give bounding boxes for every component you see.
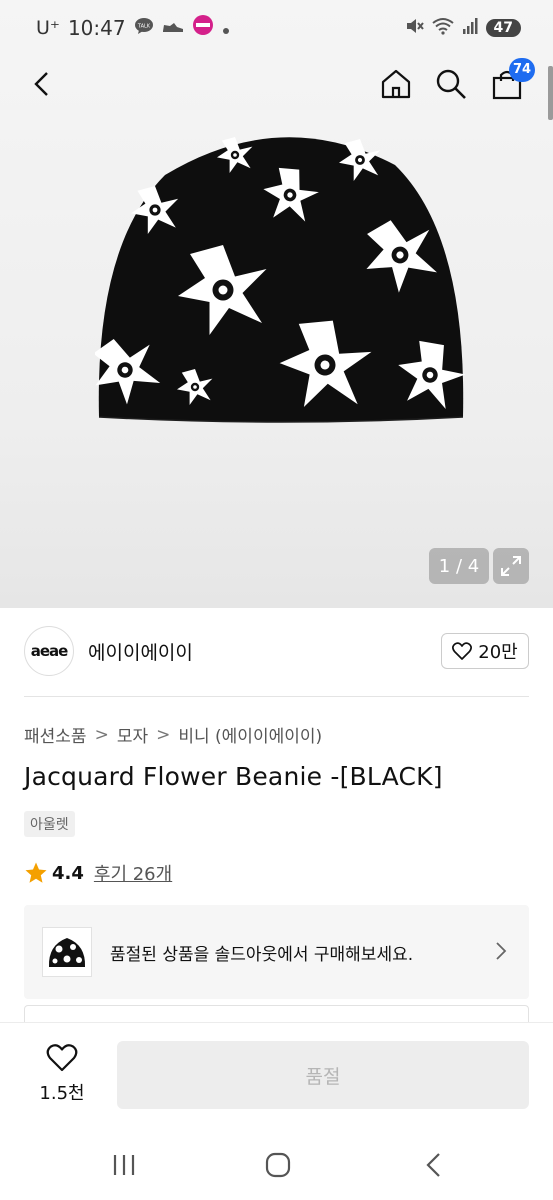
breadcrumb-item-leaf[interactable]: 비니 (에이이에이이) bbox=[178, 722, 322, 747]
system-navigation-bar bbox=[0, 1132, 553, 1200]
banner-thumbnail bbox=[42, 927, 92, 977]
status-left: U⁺ 10:47 TALK bbox=[36, 14, 230, 41]
system-home-button[interactable] bbox=[258, 1150, 298, 1180]
breadcrumb-item-subcategory[interactable]: 모자 bbox=[117, 722, 148, 747]
brand-row: aeae 에이이에이이 20만 bbox=[24, 626, 529, 680]
recent-apps-button[interactable] bbox=[104, 1150, 144, 1180]
product-detail-page: U⁺ 10:47 TALK 47 74 1 / 4 aeae 에이이에이이 20… bbox=[0, 0, 553, 1200]
expand-icon bbox=[501, 556, 521, 576]
top-navigation: 74 bbox=[0, 56, 553, 112]
wishlist-count: 1.5천 bbox=[39, 1083, 85, 1104]
rating-row: 4.4 후기 26개 bbox=[24, 860, 172, 886]
status-bar: U⁺ 10:47 TALK 47 bbox=[0, 0, 553, 56]
carrier-label: U⁺ bbox=[36, 16, 60, 39]
home-circle-icon bbox=[265, 1152, 291, 1178]
product-image-beanie bbox=[95, 137, 467, 423]
breadcrumb-item-category[interactable]: 패션소품 bbox=[24, 722, 87, 747]
search-icon bbox=[436, 69, 466, 99]
scrollbar-thumb bbox=[548, 66, 553, 120]
breadcrumb: 패션소품 > 모자 > 비니 (에이이에이이) bbox=[24, 722, 322, 748]
battery-indicator: 47 bbox=[485, 19, 521, 37]
breadcrumb-separator: > bbox=[94, 724, 109, 745]
product-title: Jacquard Flower Beanie -[BLACK] bbox=[24, 762, 443, 791]
chevron-left-icon bbox=[34, 72, 48, 96]
brand-name-link[interactable]: 에이이에이이 bbox=[88, 638, 193, 665]
cart-count-badge: 74 bbox=[509, 58, 535, 82]
rating-score: 4.4 bbox=[52, 862, 84, 884]
star-icon bbox=[25, 862, 47, 883]
breadcrumb-separator: > bbox=[156, 724, 171, 745]
clock: 10:47 bbox=[67, 15, 126, 40]
search-button[interactable] bbox=[429, 62, 473, 106]
chevron-right-icon bbox=[496, 942, 507, 960]
app-notification-icon bbox=[192, 14, 214, 41]
signal-icon bbox=[462, 17, 478, 39]
review-count-link[interactable]: 후기 26개 bbox=[94, 860, 172, 886]
system-back-button[interactable] bbox=[414, 1150, 454, 1180]
home-button[interactable] bbox=[374, 62, 418, 106]
soldout-button[interactable]: 품절 bbox=[117, 1041, 529, 1109]
purchase-bar: 1.5천 품절 bbox=[0, 1022, 553, 1132]
svg-text:TALK: TALK bbox=[137, 23, 151, 29]
wifi-icon bbox=[431, 17, 454, 39]
status-right: 47 bbox=[404, 16, 521, 40]
soldout-market-banner[interactable]: 품절된 상품을 솔드아웃에서 구매해보세요. bbox=[24, 905, 529, 999]
home-icon bbox=[381, 69, 411, 99]
mute-icon bbox=[404, 16, 424, 40]
expand-image-button[interactable] bbox=[493, 548, 529, 584]
talk-notification-icon: TALK bbox=[134, 16, 154, 40]
heart-outline-icon bbox=[46, 1044, 78, 1072]
cart-button[interactable]: 74 bbox=[485, 58, 535, 106]
section-divider bbox=[24, 696, 529, 697]
back-arrow-icon bbox=[426, 1153, 440, 1177]
back-button[interactable] bbox=[20, 62, 64, 106]
shoe-notification-icon bbox=[162, 16, 184, 40]
brand-like-count: 20만 bbox=[478, 642, 518, 663]
soldout-banner-text: 품절된 상품을 솔드아웃에서 구매해보세요. bbox=[110, 945, 414, 965]
outlet-tag: 아울렛 bbox=[24, 811, 75, 837]
wishlist-button[interactable]: 1.5천 bbox=[36, 1043, 88, 1105]
product-image-gallery[interactable]: U⁺ 10:47 TALK 47 74 1 / 4 bbox=[0, 0, 553, 608]
image-counter: 1 / 4 bbox=[429, 548, 489, 584]
more-notifications-dot-icon bbox=[222, 16, 230, 40]
recent-apps-icon bbox=[113, 1155, 135, 1175]
brand-like-button[interactable]: 20만 bbox=[441, 633, 529, 669]
brand-logo[interactable]: aeae bbox=[24, 626, 74, 676]
heart-outline-icon bbox=[452, 642, 473, 660]
beanie-thumbnail-image bbox=[48, 938, 86, 967]
